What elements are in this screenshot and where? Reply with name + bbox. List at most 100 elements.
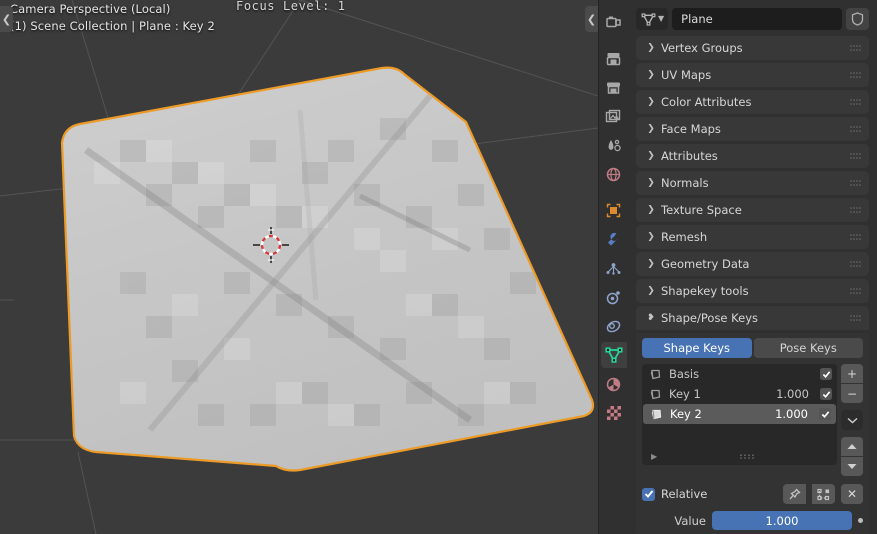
mesh-data-triangle-icon [604, 347, 623, 363]
tab-pose-keys[interactable]: Pose Keys [753, 338, 863, 358]
constraint-icon [606, 320, 621, 332]
chevron-down-icon: ❥ [647, 313, 655, 323]
panel-attributes[interactable]: ❯ Attributes [636, 144, 869, 168]
grip-dots-icon [850, 261, 861, 267]
chevron-right-icon: ❯ [647, 43, 655, 53]
shapekey-edit-mode-button[interactable] [812, 484, 835, 504]
panel-texture-space[interactable]: ❯ Texture Space [636, 198, 869, 222]
shapekey-side-buttons: + − [841, 364, 863, 476]
grip-dots-icon [850, 72, 861, 78]
panel-label: Vertex Groups [661, 41, 743, 55]
chevron-down-icon: ▼ [658, 14, 665, 23]
texture-tab[interactable] [601, 400, 627, 426]
check-icon [644, 490, 653, 498]
output-tab[interactable] [601, 74, 627, 100]
tool-tab[interactable] [601, 9, 627, 35]
render-tab[interactable] [601, 45, 627, 71]
add-shapekey-button[interactable]: + [841, 364, 863, 383]
images-icon [605, 109, 621, 122]
fake-user-button[interactable] [846, 8, 869, 30]
list-item[interactable]: Key 2 1.000 [643, 404, 836, 424]
panel-list: ❯ Vertex Groups ❯ UV Maps ❯ Color Attrib… [636, 36, 869, 534]
datablock-name-field[interactable]: Plane [672, 8, 842, 30]
list-item[interactable]: Key 1 1.000 [642, 384, 837, 404]
material-sphere-icon [606, 377, 621, 391]
panel-shape-pose-keys[interactable]: ❥ Shape/Pose Keys [636, 306, 869, 330]
physics-orbit-icon [606, 290, 620, 304]
properties-tab-rail[interactable] [598, 0, 628, 534]
list-footer[interactable]: ▶ [642, 449, 837, 463]
chevron-right-icon: ❯ [647, 97, 655, 107]
physics-tab[interactable] [601, 284, 627, 310]
chevron-right-icon: ❯ [647, 232, 655, 242]
value-slider[interactable]: 1.000 [712, 511, 852, 530]
grip-dots-icon [850, 153, 861, 159]
panel-vertex-groups[interactable]: ❯ Vertex Groups [636, 36, 869, 60]
list-item[interactable]: Basis [642, 364, 837, 384]
panel-shapekey-tools[interactable]: ❯ Shapekey tools [636, 279, 869, 303]
texture-checker-icon [606, 406, 621, 420]
check-icon [821, 410, 829, 418]
properties-editor: ▼ Plane ❯ Vertex Groups ❯ UV Maps ❯ Colo… [628, 0, 877, 534]
data-tab[interactable] [600, 342, 627, 368]
particles-icon [606, 262, 621, 275]
animate-property-dot-icon[interactable] [858, 518, 863, 523]
panel-label: Shape/Pose Keys [661, 311, 759, 325]
scene-cone-icon [608, 139, 621, 151]
shape-pose-keys-body: Shape Keys Pose Keys Basis Key 1 1.000 K… [636, 333, 869, 534]
material-tab[interactable] [601, 371, 627, 397]
panel-geometry-data[interactable]: ❯ Geometry Data [636, 252, 869, 276]
datablock-selector[interactable]: ▼ [636, 8, 669, 30]
expand-filter-icon[interactable]: ▶ [651, 452, 657, 461]
shapekey-icon [650, 389, 661, 399]
list-resize-grip-icon[interactable] [740, 453, 754, 459]
shapekey-enable-checkbox[interactable] [820, 388, 832, 400]
shield-icon [851, 12, 864, 26]
chevron-right-icon: ❯ [647, 259, 655, 269]
grip-dots-icon [850, 315, 861, 321]
check-icon [822, 370, 830, 378]
panel-face-maps[interactable]: ❯ Face Maps [636, 117, 869, 141]
focus-level-text: Focus Level: 1 [236, 0, 346, 13]
panel-remesh[interactable]: ❯ Remesh [636, 225, 869, 249]
sidebar-toggle-left-icon[interactable]: ❮ [0, 6, 13, 32]
relative-label: Relative [661, 487, 708, 501]
shapekey-enable-checkbox[interactable] [820, 368, 832, 380]
panel-color-attributes[interactable]: ❯ Color Attributes [636, 90, 869, 114]
world-tab[interactable] [601, 161, 627, 187]
panel-label: UV Maps [661, 68, 712, 82]
modifier-tab[interactable] [601, 226, 627, 252]
plane-object[interactable] [0, 0, 598, 534]
object-tab[interactable] [601, 197, 627, 223]
3d-cursor-icon [253, 227, 289, 263]
shapekey-list-area: Basis Key 1 1.000 Key 2 1.000 ▶ + − [642, 364, 863, 476]
tab-shape-keys[interactable]: Shape Keys [642, 338, 752, 358]
scene-tab[interactable] [601, 132, 627, 158]
panel-normals[interactable]: ❯ Normals [636, 171, 869, 195]
shapekey-list[interactable]: Basis Key 1 1.000 Key 2 1.000 ▶ [642, 364, 837, 465]
panel-label: Face Maps [661, 122, 721, 136]
constraints-tab[interactable] [601, 313, 627, 339]
pin-shapekey-button[interactable] [783, 484, 806, 504]
move-shapekey-up-button[interactable] [841, 437, 863, 456]
sidebar-toggle-right-icon[interactable]: ❮ [585, 6, 598, 32]
remove-shapekey-button[interactable]: − [841, 384, 863, 403]
relative-checkbox[interactable] [642, 487, 655, 501]
move-shapekey-down-button[interactable] [841, 457, 863, 476]
chevron-right-icon: ❯ [647, 151, 655, 161]
shapekey-name: Basis [669, 367, 700, 381]
shapekey-enable-checkbox[interactable] [819, 408, 831, 420]
view-layer-tab[interactable] [601, 103, 627, 129]
3d-viewport[interactable]: Camera Perspective (Local) (1) Scene Col… [0, 0, 598, 534]
panel-uv-maps[interactable]: ❯ UV Maps [636, 63, 869, 87]
grip-dots-icon [850, 99, 861, 105]
shapekey-specials-button[interactable] [841, 410, 863, 430]
particles-tab[interactable] [601, 255, 627, 281]
breadcrumb: ▼ Plane [636, 8, 869, 30]
panel-label: Attributes [661, 149, 718, 163]
grip-dots-icon [850, 45, 861, 51]
panel-label: Geometry Data [661, 257, 750, 271]
grip-dots-icon [850, 234, 861, 240]
shapekey-name: Key 2 [670, 407, 702, 421]
clear-shapekey-button[interactable]: ✕ [841, 484, 863, 504]
